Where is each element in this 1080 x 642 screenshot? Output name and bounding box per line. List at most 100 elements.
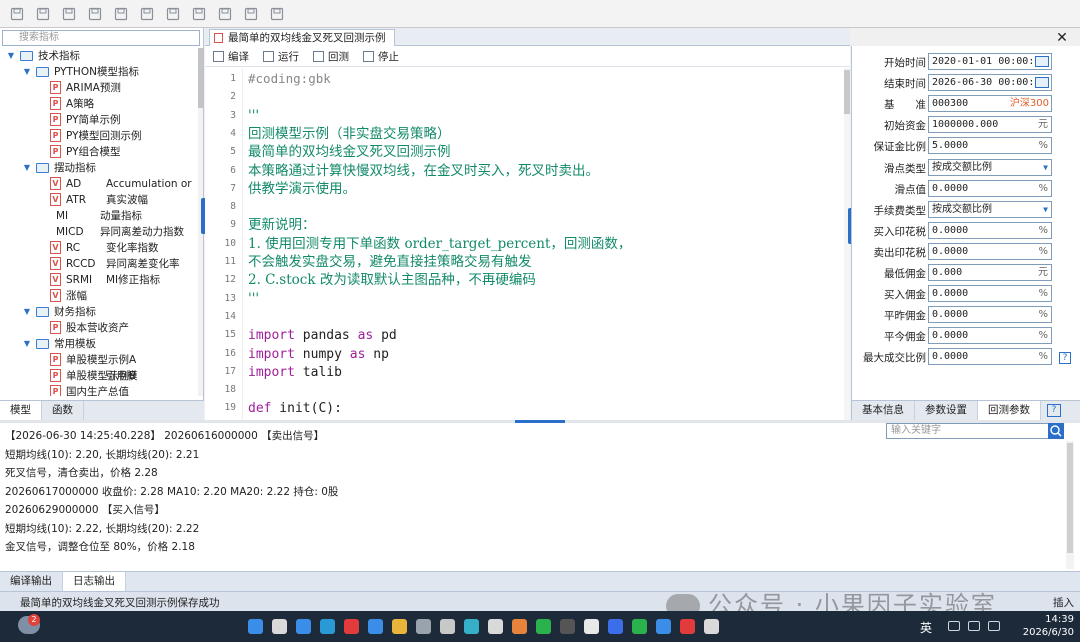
indicator-search-input[interactable]: 搜索指标 (2, 30, 200, 46)
battery-icon[interactable] (988, 621, 1000, 631)
panda-icon[interactable] (584, 619, 599, 634)
app-icon[interactable] (560, 619, 575, 634)
document-icon[interactable] (216, 5, 234, 23)
param-field[interactable]: 0.0000% (928, 242, 1052, 260)
collapse-arrow-icon[interactable]: ▼ (6, 48, 16, 64)
tree-item[interactable]: P 国内生产总值 (0, 384, 202, 396)
tabs-help-icon[interactable]: ? (1047, 404, 1061, 417)
tree-item[interactable]: V 涨幅 (0, 288, 202, 304)
document-icon[interactable] (242, 5, 260, 23)
output-search-input[interactable]: 输入关键字 (886, 423, 1050, 439)
browser-icon[interactable] (464, 619, 479, 634)
chevron-down-icon[interactable]: ▼ (1043, 160, 1048, 175)
wps-icon[interactable] (344, 619, 359, 634)
tree-item[interactable]: P PY模型回测示例 (0, 128, 202, 144)
tab-param-settings[interactable]: 参数设置 (915, 401, 978, 420)
tree-folder[interactable]: ▼ 摆动指标 (0, 160, 202, 176)
tree-item[interactable]: V RC 变化率指数 (0, 240, 202, 256)
system-clock[interactable]: 14:39 2026/6/30 (1014, 613, 1074, 639)
tab-log-output[interactable]: 日志输出 (63, 572, 126, 591)
tree-item[interactable]: V SRMI MI修正指标 (0, 272, 202, 288)
collapse-arrow-icon[interactable]: ▼ (22, 64, 32, 80)
wechat-icon[interactable] (536, 619, 551, 634)
param-field[interactable]: 2026-06-30 00:00:00 (928, 74, 1052, 92)
editor-scrollbar[interactable] (844, 68, 850, 420)
save-icon[interactable] (8, 5, 26, 23)
app-icon[interactable] (704, 619, 719, 634)
param-field[interactable]: 0.000 元 (928, 264, 1052, 281)
param-field[interactable]: 0.0000% (928, 179, 1052, 197)
tree-item[interactable]: P 股本营收资产 (0, 320, 202, 336)
taskview-icon[interactable] (296, 619, 311, 634)
param-field[interactable]: 000300 沪深300 (928, 95, 1052, 113)
tree-item[interactable]: P A策略 (0, 96, 202, 112)
tab-backtest-params[interactable]: 回测参数 (978, 401, 1041, 420)
tree-folder[interactable]: ▼ 技术指标 (0, 48, 202, 64)
tree-item[interactable]: V RCCD 异同离差变化率 (0, 256, 202, 272)
calendar-icon[interactable] (1035, 56, 1049, 67)
collapse-arrow-icon[interactable]: ▼ (22, 304, 32, 320)
edge-icon[interactable] (320, 619, 335, 634)
tree-folder[interactable]: ▼ 财务指标 (0, 304, 202, 320)
param-field[interactable]: 0.0000% (928, 221, 1052, 239)
tree-item[interactable]: P PY简单示例 (0, 112, 202, 128)
settings-icon[interactable] (440, 619, 455, 634)
tree-item[interactable]: P ARIMA预测 (0, 80, 202, 96)
app-icon[interactable] (632, 619, 647, 634)
param-field[interactable]: 0.0000% (928, 327, 1052, 345)
param-field[interactable]: 0.0000% (928, 348, 1052, 366)
mail-icon[interactable] (368, 619, 383, 634)
close-editor-icon[interactable]: ✕ (1054, 30, 1070, 46)
stop-button[interactable]: 停止 (363, 49, 399, 64)
app-icon[interactable] (656, 619, 671, 634)
import-icon[interactable] (112, 5, 130, 23)
input-language[interactable]: 英 (920, 619, 932, 636)
param-field[interactable]: 2020-01-01 00:00:00 (928, 53, 1052, 70)
tab-basic-info[interactable]: 基本信息 (852, 401, 915, 420)
collapse-arrow-icon[interactable]: ▼ (22, 160, 32, 176)
help-icon[interactable]: ? (1059, 352, 1071, 364)
param-field[interactable]: 按成交额比例 ▼ (928, 200, 1052, 218)
app-icon[interactable] (608, 619, 623, 634)
output-scrollbar[interactable] (1066, 441, 1074, 569)
chevron-down-icon[interactable]: ▼ (1043, 202, 1048, 217)
export-icon[interactable] (138, 5, 156, 23)
search-icon[interactable] (272, 619, 287, 634)
save-all-icon[interactable] (34, 5, 52, 23)
tab-function[interactable]: 函数 (42, 401, 84, 420)
files-icon[interactable] (392, 619, 407, 634)
collapse-arrow-icon[interactable]: ▼ (22, 336, 32, 352)
backtest-button[interactable]: 回测 (313, 49, 349, 64)
terminal-icon[interactable] (488, 619, 503, 634)
param-field[interactable]: 0.0000% (928, 285, 1052, 303)
param-field[interactable]: 5.0000% (928, 137, 1052, 155)
start-icon[interactable] (248, 619, 263, 634)
tree-item[interactable]: MICD 异同离差动力指数 (0, 224, 202, 240)
volume-icon[interactable] (968, 621, 980, 631)
compile-button[interactable]: 编译 (213, 49, 249, 64)
editor-tab-active[interactable]: 最简单的双均线金叉死叉回测示例 (209, 29, 395, 46)
param-field[interactable]: 0.0000% (928, 306, 1052, 324)
app-icon[interactable] (416, 619, 431, 634)
document-icon[interactable] (190, 5, 208, 23)
tree-item[interactable]: P PY组合模型 (0, 144, 202, 160)
code-area[interactable]: #coding:gbk ''' 回测模型示例（非实盘交易策略） 最简单的双均线金叉死叉… (248, 68, 838, 420)
param-field[interactable]: 1000000.000 元 (928, 116, 1052, 134)
wifi-icon[interactable] (948, 621, 960, 631)
tree-item[interactable]: V ATR 真实波幅 (0, 192, 202, 208)
tree-folder[interactable]: ▼ PYTHON模型指标 (0, 64, 202, 80)
app-icon[interactable] (680, 619, 695, 634)
tab-compile-output[interactable]: 编译输出 (0, 572, 63, 591)
edit-icon[interactable] (164, 5, 182, 23)
font-decrease-icon[interactable] (60, 5, 78, 23)
tab-model[interactable]: 模型 (0, 401, 42, 420)
font-increase-icon[interactable] (86, 5, 104, 23)
output-search-button[interactable] (1048, 423, 1064, 439)
param-field[interactable]: 按成交额比例 ▼ (928, 158, 1052, 176)
lock-icon[interactable] (268, 5, 286, 23)
tree-item[interactable]: P 单股模型示例B 引用模 (0, 368, 202, 384)
tree-item[interactable]: V AD Accumulation or (0, 176, 202, 192)
tree-folder[interactable]: ▼ 常用模板 (0, 336, 202, 352)
app-icon[interactable] (512, 619, 527, 634)
calendar-icon[interactable] (1035, 77, 1049, 89)
